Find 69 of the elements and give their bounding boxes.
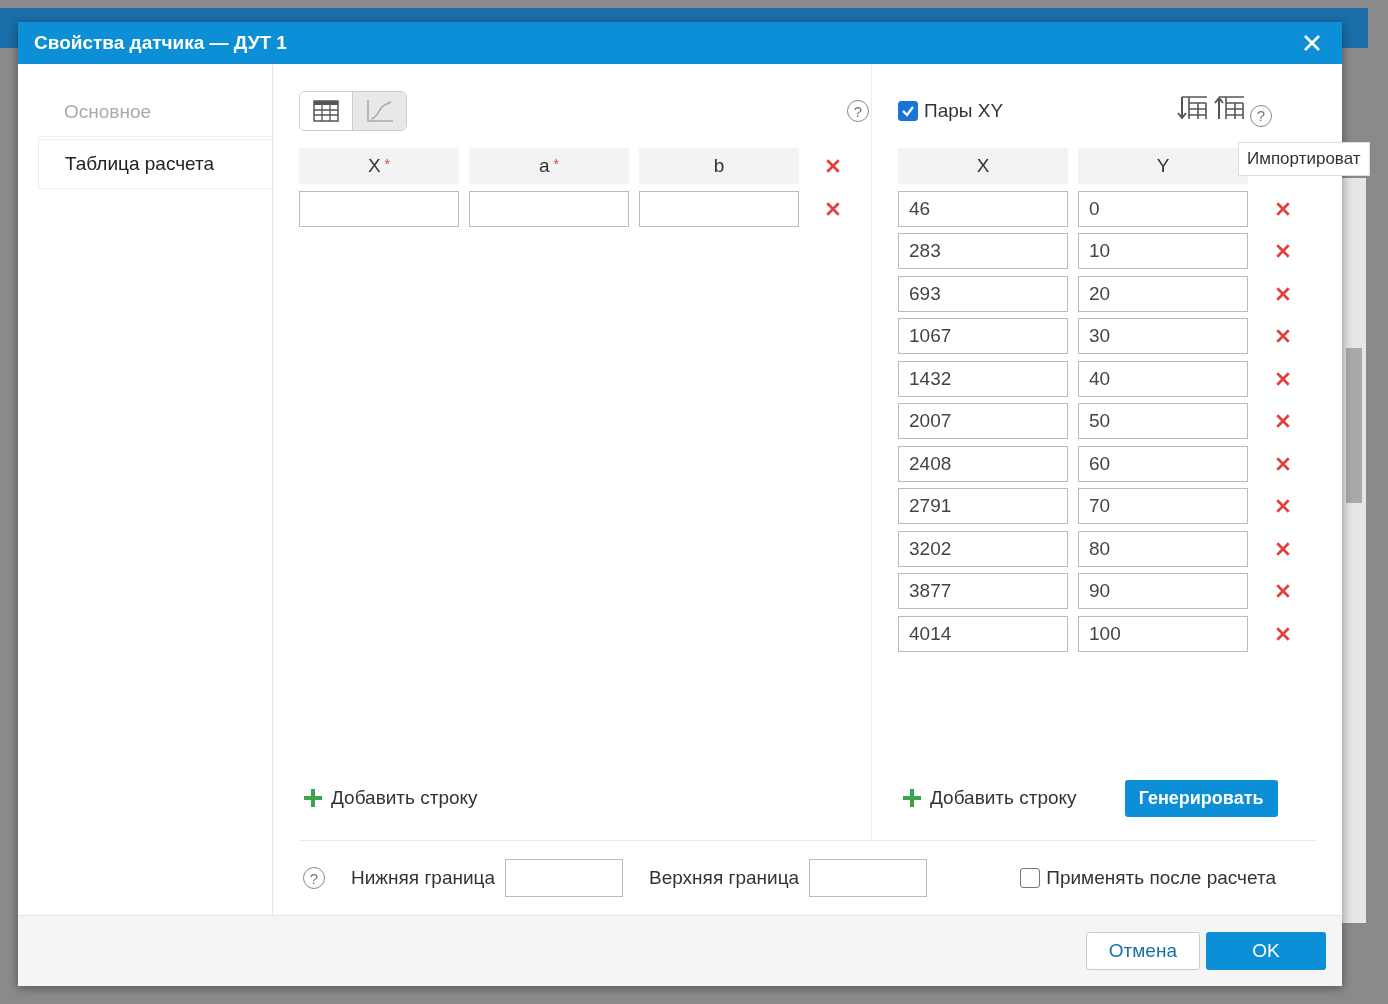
delete-icon[interactable] bbox=[1275, 455, 1291, 472]
delete-icon[interactable] bbox=[1275, 583, 1291, 599]
input-field[interactable]: 40 bbox=[1078, 360, 1248, 397]
input-field[interactable]: 60 bbox=[1078, 445, 1248, 482]
input-field[interactable]: 46 bbox=[898, 190, 1068, 227]
column-header: X bbox=[898, 148, 1068, 184]
input-field[interactable]: 1067 bbox=[898, 318, 1068, 354]
input-field[interactable]: 2408 bbox=[898, 445, 1068, 482]
input-field[interactable]: 30 bbox=[1078, 318, 1248, 354]
input-field[interactable]: 90 bbox=[1078, 573, 1248, 609]
delete-icon[interactable] bbox=[1275, 540, 1291, 557]
plus-icon bbox=[902, 788, 922, 808]
add-row-button[interactable]: Добавить строку bbox=[898, 787, 1081, 809]
delete-icon[interactable] bbox=[825, 201, 841, 217]
input-field[interactable] bbox=[505, 859, 623, 897]
delete-icon[interactable] bbox=[1275, 328, 1291, 344]
input-field[interactable]: 50 bbox=[1078, 403, 1248, 439]
cancel-button[interactable]: Отмена bbox=[1085, 932, 1200, 970]
delete-icon[interactable] bbox=[825, 158, 841, 174]
add-row-button[interactable]: Добавить строку bbox=[299, 787, 482, 809]
import-table-icon[interactable] bbox=[1177, 95, 1210, 122]
input-field[interactable]: 100 bbox=[1078, 615, 1248, 652]
generate-button[interactable]: Генерировать bbox=[1124, 779, 1278, 817]
input-field[interactable]: 3877 bbox=[898, 573, 1068, 609]
column-header: Y bbox=[1078, 148, 1248, 184]
scrollbar[interactable] bbox=[1342, 178, 1366, 923]
checkbox-label: Применять после расчета bbox=[1046, 867, 1276, 889]
input-field[interactable]: 20 bbox=[1078, 275, 1248, 312]
close-icon[interactable] bbox=[1302, 33, 1322, 53]
input-field[interactable]: 693 bbox=[898, 275, 1068, 312]
column-header: b bbox=[639, 148, 799, 184]
delete-icon[interactable] bbox=[1275, 200, 1291, 217]
delete-icon[interactable] bbox=[1275, 498, 1291, 514]
input-field[interactable] bbox=[639, 191, 799, 227]
delete-icon[interactable] bbox=[1275, 413, 1291, 429]
pairs-checkbox[interactable]: Пары XY bbox=[898, 100, 1004, 122]
field-label: Верхняя граница bbox=[649, 867, 800, 889]
delete-icon[interactable] bbox=[1275, 285, 1291, 302]
table-view-button[interactable] bbox=[300, 92, 353, 130]
column-header: a * bbox=[469, 148, 629, 184]
delete-icon[interactable] bbox=[1275, 370, 1291, 387]
field-label: Нижняя граница bbox=[351, 867, 495, 889]
delete-icon[interactable] bbox=[1275, 625, 1291, 642]
table-icon bbox=[312, 99, 340, 123]
input-field[interactable]: 0 bbox=[1078, 190, 1248, 227]
input-field[interactable]: 70 bbox=[1078, 488, 1248, 524]
checkbox[interactable] bbox=[898, 101, 918, 121]
input-field[interactable]: 4014 bbox=[898, 615, 1068, 652]
plus-icon bbox=[303, 788, 323, 808]
input-field[interactable] bbox=[469, 191, 629, 227]
input-field[interactable]: 80 bbox=[1078, 530, 1248, 567]
input-field[interactable]: 283 bbox=[898, 233, 1068, 269]
delete-icon[interactable] bbox=[1275, 243, 1291, 259]
input-field[interactable] bbox=[809, 859, 928, 897]
input-field[interactable]: 3202 bbox=[898, 530, 1068, 567]
input-field[interactable]: 1432 bbox=[898, 360, 1068, 397]
input-field[interactable]: 2007 bbox=[898, 403, 1068, 439]
chart-icon bbox=[364, 98, 395, 124]
checkbox-label: Пары XY bbox=[924, 100, 1004, 122]
export-table-icon[interactable] bbox=[1213, 95, 1246, 122]
tooltip: Импортироват bbox=[1238, 142, 1370, 176]
window-title: Свойства датчика — ДУТ 1 bbox=[34, 32, 287, 54]
input-field[interactable]: 2791 bbox=[898, 488, 1068, 524]
ok-button[interactable]: OK bbox=[1206, 932, 1326, 970]
input-field[interactable]: 10 bbox=[1078, 233, 1248, 269]
checkbox[interactable] bbox=[1020, 868, 1041, 888]
sidebar-item[interactable]: Таблица расчета bbox=[38, 139, 272, 189]
column-header: X * bbox=[299, 148, 459, 184]
input-field[interactable] bbox=[299, 191, 459, 227]
